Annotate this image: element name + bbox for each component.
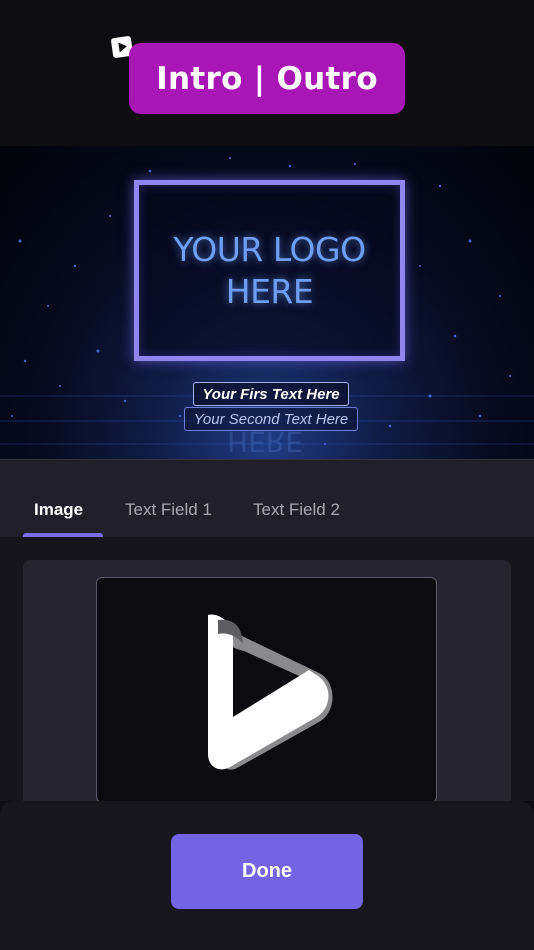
tab-image[interactable]: Image [34, 500, 83, 520]
image-thumbnail[interactable] [96, 577, 437, 803]
video-preview[interactable]: YOUR LOGO HERE HERE Your Firs Text Here … [0, 146, 534, 459]
logo-placeholder-frame[interactable]: YOUR LOGO HERE [134, 180, 405, 361]
text-field-2-preview[interactable]: Your Second Text Here [184, 407, 358, 431]
app-title: Intro | Outro [129, 43, 405, 114]
tab-text-field-1[interactable]: Text Field 1 [125, 500, 212, 520]
header: Intro | Outro [0, 0, 534, 146]
editor-tabs: Image Text Field 1 Text Field 2 [0, 459, 534, 538]
play-logo-icon [208, 614, 333, 770]
footer: Done [0, 801, 534, 950]
tab-text-field-2[interactable]: Text Field 2 [253, 500, 340, 520]
text-field-1-preview[interactable]: Your Firs Text Here [193, 382, 349, 406]
done-button[interactable]: Done [171, 834, 363, 909]
logo-placeholder-line1: YOUR LOGO [173, 229, 366, 269]
logo-placeholder-line2: HERE [225, 271, 314, 311]
